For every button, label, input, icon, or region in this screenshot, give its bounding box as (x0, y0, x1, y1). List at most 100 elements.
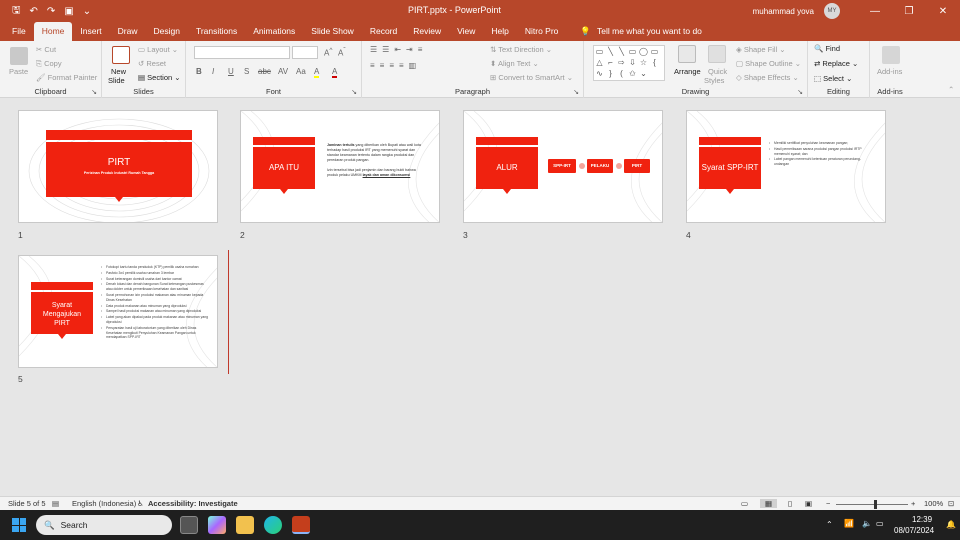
reading-view-icon[interactable]: ▯ (788, 499, 792, 508)
slide-thumbnail-4[interactable]: Syarat SPP-IRT Memiliki sertifikat penyu… (686, 110, 886, 223)
shrink-font-icon[interactable]: Aˇ (338, 47, 346, 58)
underline-button[interactable]: U (228, 67, 234, 76)
tab-design[interactable]: Design (146, 22, 188, 41)
quick-styles-icon[interactable] (708, 45, 726, 63)
shape-rect-icon[interactable]: ▭ (594, 46, 605, 57)
arrange-icon[interactable] (678, 45, 696, 63)
new-slide-button[interactable]: New (111, 67, 126, 76)
spelling-icon[interactable]: ▤ (52, 499, 59, 508)
slide-thumbnail-2[interactable]: APA ITU Jaminan tertulis yang diberikan … (240, 110, 440, 223)
powerpoint-taskbar-icon[interactable] (292, 516, 310, 534)
undo-icon[interactable]: ↶ (30, 6, 38, 17)
shape-rect3-icon[interactable]: ▭ (649, 46, 660, 57)
quick-styles-button[interactable]: Quick (708, 67, 727, 76)
replace-button[interactable]: ⇄ Replace ⌄ (814, 59, 858, 68)
copilot-icon[interactable] (208, 516, 226, 534)
shape-more-icon[interactable]: ⌄ (638, 68, 649, 79)
edge-browser-icon[interactable] (264, 516, 282, 534)
highlight-color-button[interactable]: A (314, 67, 320, 78)
collapse-ribbon-icon[interactable]: ⌃ (948, 85, 954, 94)
text-shadow-button[interactable]: S (244, 67, 249, 76)
slide-thumbnail-3[interactable]: ALUR SPP-IRT PELAKU PIRT (463, 110, 663, 223)
accessibility-status[interactable]: Accessibility: Investigate (148, 499, 238, 508)
text-direction-button[interactable]: ⇅ Text Direction ⌄ (490, 45, 552, 54)
shape-outline-button[interactable]: ▢ Shape Outline ⌄ (736, 59, 801, 68)
shape-effects-button[interactable]: ◇ Shape Effects ⌄ (736, 73, 799, 82)
restore-button[interactable]: ❐ (892, 6, 926, 17)
cut-button[interactable]: ✂ Cut (36, 45, 56, 54)
shape-brace3-icon[interactable]: ( (616, 68, 627, 79)
tab-help[interactable]: Help (483, 22, 516, 41)
tab-record[interactable]: Record (362, 22, 405, 41)
tab-view[interactable]: View (449, 22, 483, 41)
clock-time[interactable]: 12:39 (912, 515, 932, 524)
language-indicator[interactable]: English (Indonesia) (72, 499, 136, 508)
layout-button[interactable]: ▭ Layout ⌄ (138, 45, 178, 54)
font-size-input[interactable] (292, 46, 318, 59)
select-button[interactable]: ⬚ Select ⌄ (814, 74, 852, 83)
copy-button[interactable]: ⎘ Copy (36, 59, 62, 69)
slide-thumbnail-1[interactable]: PIRT Perizinan Produk Industri Rumah Tan… (18, 110, 218, 223)
redo-icon[interactable]: ↷ (47, 6, 55, 17)
shape-star-icon[interactable]: ☆ (638, 57, 649, 68)
paste-icon[interactable] (10, 47, 28, 65)
tray-chevron-icon[interactable]: ⌃ (826, 520, 833, 529)
avatar[interactable]: MY (824, 3, 840, 19)
paragraph-launcher-icon[interactable]: ↘ (573, 88, 579, 96)
zoom-out-button[interactable]: − (826, 499, 830, 508)
clock-date[interactable]: 08/07/2024 (894, 526, 934, 535)
start-from-beginning-icon[interactable]: ▣ (64, 6, 73, 17)
find-button[interactable]: 🔍 Find (814, 44, 840, 53)
shape-curve-icon[interactable]: ∿ (594, 68, 605, 79)
normal-view-icon[interactable]: ▭ (741, 499, 748, 508)
slide-sorter-view-icon[interactable]: ▦ (760, 499, 778, 508)
start-button[interactable] (12, 518, 26, 532)
align-text-button[interactable]: ⬍ Align Text ⌄ (490, 59, 539, 68)
grow-font-icon[interactable]: A^ (324, 47, 332, 58)
zoom-level[interactable]: 100% (924, 499, 943, 508)
strikethrough-button[interactable]: abc (258, 67, 271, 76)
bold-button[interactable]: B (196, 67, 202, 76)
font-launcher-icon[interactable]: ↘ (351, 88, 357, 96)
shape-triangle-icon[interactable]: △ (594, 57, 605, 68)
shape-corner-icon[interactable]: ⌐ (605, 57, 616, 68)
fit-to-window-icon[interactable]: ⊡ (948, 499, 954, 508)
change-case-button[interactable]: Aa (296, 67, 306, 76)
reset-button[interactable]: ↺ Reset (138, 59, 166, 68)
slide-show-view-icon[interactable]: ▣ (805, 499, 812, 508)
addins-button[interactable]: Add-ins (877, 67, 902, 76)
tab-review[interactable]: Review (405, 22, 449, 41)
shape-arrow-icon[interactable]: ⇨ (616, 57, 627, 68)
tab-nitro-pro[interactable]: Nitro Pro (517, 22, 567, 41)
user-name[interactable]: muhammad yova (753, 7, 814, 16)
close-button[interactable]: ✕ (926, 6, 960, 17)
tell-me-search[interactable]: 💡 Tell me what you want to do (580, 22, 701, 41)
volume-icon[interactable]: 🔈 (862, 519, 872, 528)
convert-smartart-button[interactable]: ⊞ Convert to SmartArt ⌄ (490, 73, 573, 82)
shape-line-icon[interactable]: ╲ (605, 46, 616, 57)
shapes-gallery[interactable]: ▭ ╲ ╲ ▭ ◯ ▭ △ ⌐ ⇨ ⇩ ☆{ ∿}(✩ ⌄ (593, 45, 665, 81)
zoom-slider[interactable] (836, 504, 908, 505)
save-icon[interactable]: 🖫 (12, 3, 21, 20)
font-name-input[interactable] (194, 46, 290, 59)
tab-insert[interactable]: Insert (72, 22, 109, 41)
format-painter-button[interactable]: 🖌 Format Painter (36, 73, 97, 82)
shape-line2-icon[interactable]: ╲ (616, 46, 627, 57)
quick-styles-button-line2[interactable]: Styles (704, 76, 724, 85)
battery-icon[interactable]: ▭ (876, 519, 884, 528)
tab-home[interactable]: Home (33, 22, 73, 41)
wifi-icon[interactable]: 📶 (844, 519, 854, 528)
tab-animations[interactable]: Animations (245, 22, 303, 41)
file-explorer-icon[interactable] (236, 516, 254, 534)
shape-fill-button[interactable]: ◈ Shape Fill ⌄ (736, 45, 786, 54)
shape-star2-icon[interactable]: ✩ (627, 68, 638, 79)
taskbar-search[interactable]: 🔍 Search (36, 515, 172, 535)
section-button[interactable]: ▤ Section ⌄ (138, 73, 181, 82)
italic-button[interactable]: I (212, 67, 214, 76)
drawing-launcher-icon[interactable]: ↘ (797, 88, 803, 96)
clipboard-launcher-icon[interactable]: ↘ (91, 88, 97, 96)
font-color-button[interactable]: A (332, 67, 338, 78)
addins-icon[interactable] (882, 46, 900, 64)
customize-icon[interactable]: ⌄ (83, 6, 91, 17)
slide-thumbnail-5[interactable]: Syarat Mengajukan PIRT Fotokopi kartu ta… (18, 255, 218, 368)
